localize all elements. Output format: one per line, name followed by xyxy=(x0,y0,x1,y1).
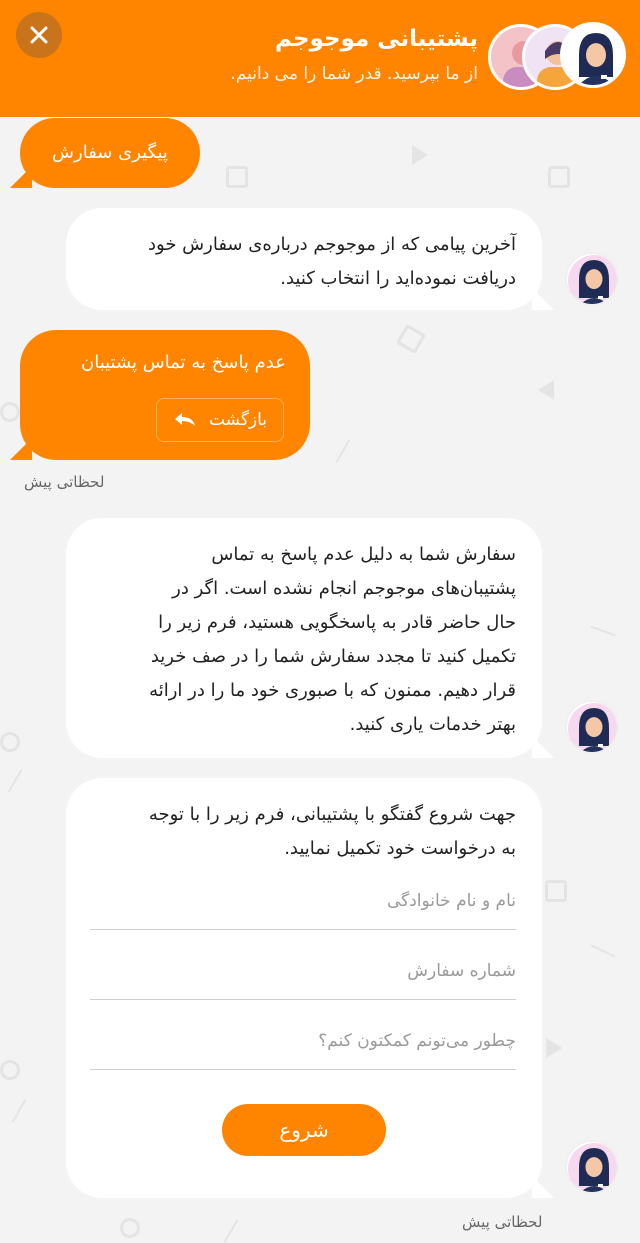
support-form-bubble: جهت شروع گفتگو با پشتیبانی، فرم زیر را ب… xyxy=(66,778,554,1198)
form-intro-line: جهت شروع گفتگو با پشتیبانی، فرم زیر را ب… xyxy=(148,804,516,825)
form-intro-line: به درخواست خود تکمیل نمایید. xyxy=(284,838,516,859)
decor-triangle xyxy=(412,145,428,165)
decor-circle xyxy=(120,1218,140,1238)
message-timestamp: لحظاتی پیش xyxy=(24,473,105,491)
decor-circle xyxy=(0,1060,20,1080)
user-message-text: عدم پاسخ به تماس پشتیبان xyxy=(80,352,286,373)
bot-message-line: قرار دهیم. ممنون که با صبوری خود ما را د… xyxy=(149,680,516,701)
help-field-wrapper xyxy=(90,1012,516,1070)
decor-line xyxy=(335,439,351,463)
message-timestamp: لحظاتی پیش xyxy=(462,1213,543,1231)
support-avatars xyxy=(488,22,628,92)
chat-screen: پشتیبانی موجوجم از ما بپرسید. قدر شما را… xyxy=(0,0,640,1243)
agent-avatar xyxy=(565,252,619,306)
bot-message-line: دریافت نموده‌اید را انتخاب کنید. xyxy=(280,268,516,289)
agent-avatar xyxy=(565,1140,619,1194)
bot-message-line: آخرین پیامی که از موجوجم درباره‌ی سفارش … xyxy=(148,234,516,255)
start-button[interactable]: شروع xyxy=(222,1104,386,1156)
decor-circle xyxy=(0,732,20,752)
decor-line xyxy=(11,1099,27,1123)
bot-message-line: حال حاضر قادر به پاسخگویی هستید، فرم زیر… xyxy=(158,612,516,633)
undo-icon xyxy=(174,413,195,426)
user-message-text: پیگیری سفارش xyxy=(52,142,168,163)
bot-message-line: پشتیبان‌های موجوجم انجام نشده است. اگر د… xyxy=(172,578,516,599)
back-button-label: بازگشت xyxy=(208,410,268,430)
order-field-wrapper xyxy=(90,942,516,1000)
help-message-input[interactable] xyxy=(90,1012,516,1069)
bot-message-line: سفارش شما به دلیل عدم پاسخ به تماس xyxy=(211,544,516,565)
support-avatar-main xyxy=(560,22,626,88)
bot-message-line: تکمیل کنید تا مجدد سفارش شما را در صف خر… xyxy=(150,646,516,667)
name-field-wrapper xyxy=(90,872,516,930)
decor-circle xyxy=(0,402,20,422)
decor-square xyxy=(545,880,567,902)
decor-line xyxy=(223,1219,239,1243)
decor-line xyxy=(590,944,616,958)
decor-square xyxy=(395,323,427,355)
bot-message-line: بهتر خدمات یاری کنید. xyxy=(349,714,516,735)
user-message-bubble: پیگیری سفارش xyxy=(10,118,200,188)
name-input[interactable] xyxy=(90,872,516,929)
close-icon xyxy=(30,26,48,44)
bot-message-bubble: آخرین پیامی که از موجوجم درباره‌ی سفارش … xyxy=(66,208,554,310)
decor-line xyxy=(590,625,616,637)
close-button[interactable] xyxy=(16,12,62,58)
decor-triangle xyxy=(546,1038,562,1058)
chat-header: پشتیبانی موجوجم از ما بپرسید. قدر شما را… xyxy=(0,0,640,117)
bot-message-bubble: سفارش شما به دلیل عدم پاسخ به تماس پشتیب… xyxy=(66,518,554,758)
user-message-bubble: عدم پاسخ به تماس پشتیبان بازگشت xyxy=(10,330,310,460)
agent-avatar xyxy=(565,700,619,754)
decor-triangle xyxy=(538,380,554,400)
back-button[interactable]: بازگشت xyxy=(156,398,284,442)
header-title: پشتیبانی موجوجم xyxy=(274,26,478,52)
decor-square xyxy=(226,166,248,188)
order-number-input[interactable] xyxy=(90,942,516,999)
header-subtitle: از ما بپرسید. قدر شما را می دانیم. xyxy=(230,64,478,84)
decor-line xyxy=(7,769,23,793)
decor-square xyxy=(548,166,570,188)
